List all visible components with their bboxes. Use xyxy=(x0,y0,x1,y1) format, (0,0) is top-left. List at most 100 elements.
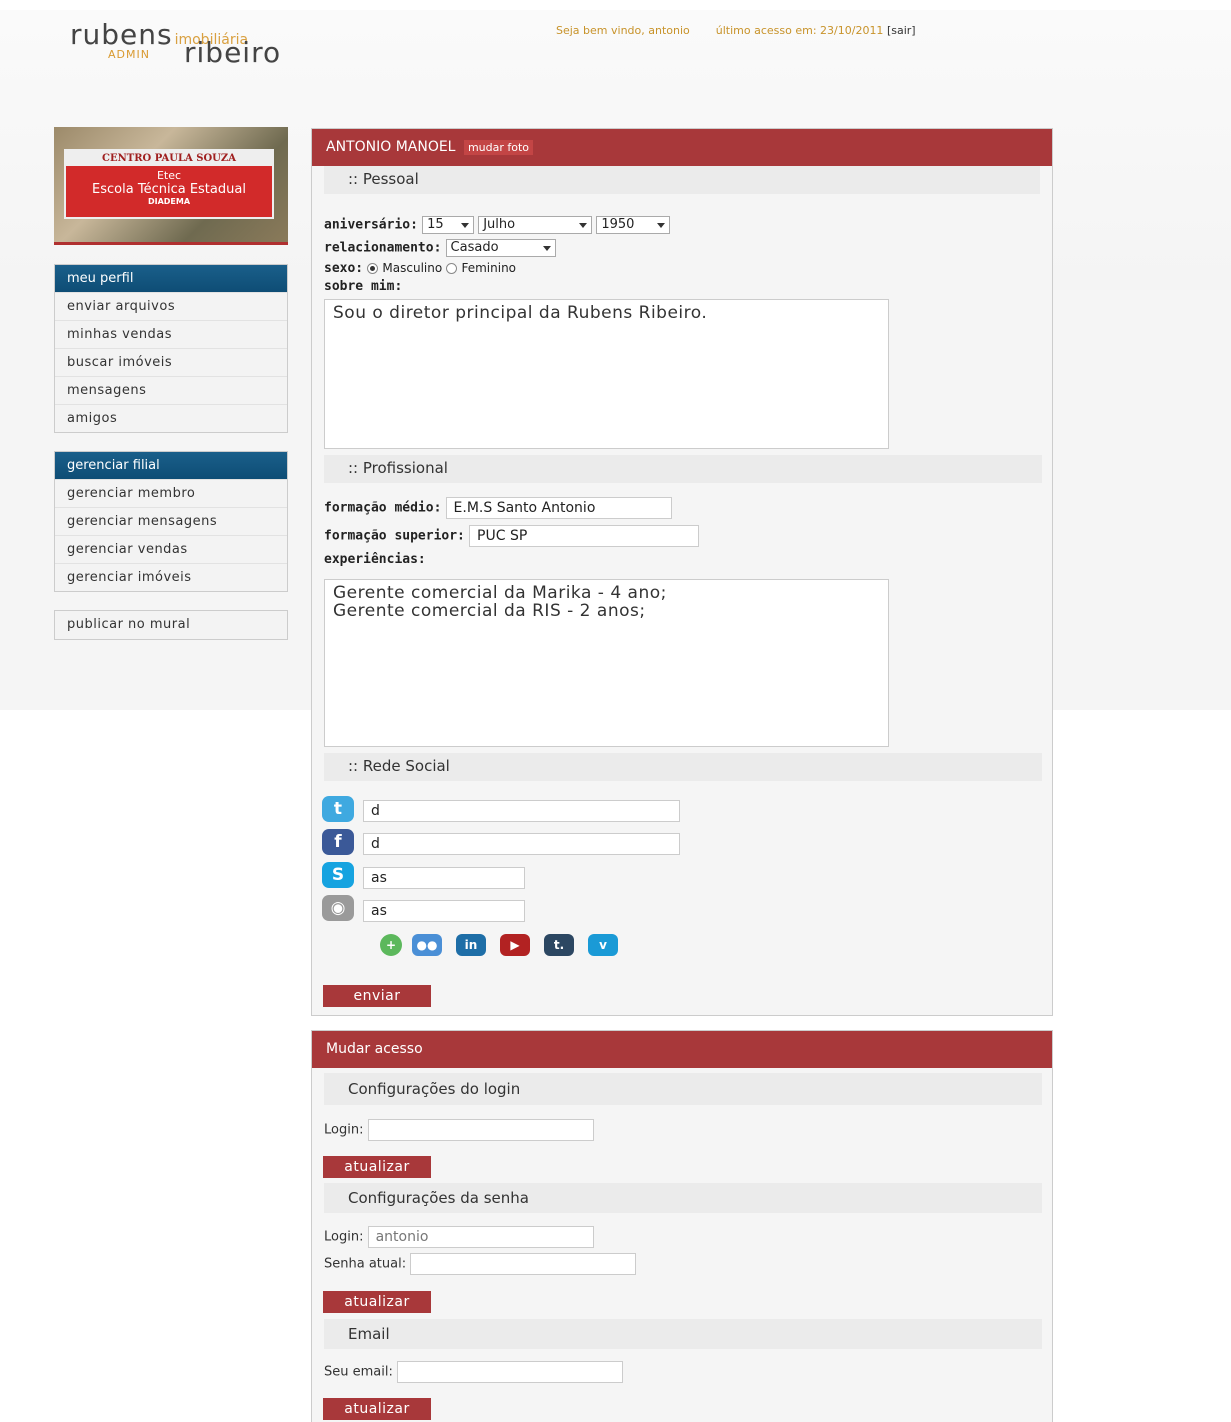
change-photo-button[interactable]: mudar foto xyxy=(463,140,534,155)
sex-female-radio[interactable] xyxy=(446,263,458,274)
birthday-label: aniversário: xyxy=(324,217,418,233)
login-label: Login: xyxy=(324,1122,364,1138)
user-bar: Seja bem vindo, antonio último acesso em:… xyxy=(556,24,916,37)
birthday-year-value: 1950 xyxy=(601,217,635,232)
sign-line: Escola Técnica Estadual xyxy=(92,182,246,197)
tumblr-icon[interactable]: t. xyxy=(544,934,574,956)
menu-item-minhas-vendas[interactable]: minhas vendas xyxy=(55,320,287,348)
wall-menu: publicar no mural xyxy=(54,610,288,640)
facebook-icon: f xyxy=(322,829,354,855)
edu-high-row: formação superior: PUC SP xyxy=(324,525,700,547)
menu-item-gerenciar-mensagens[interactable]: gerenciar mensagens xyxy=(55,507,287,535)
menu-head-meu-perfil[interactable]: meu perfil xyxy=(55,265,287,292)
pw-login-input[interactable]: antonio xyxy=(367,1226,594,1248)
update-password-button[interactable]: atualizar xyxy=(323,1291,431,1313)
menu-item-enviar-arquivos[interactable]: enviar arquivos xyxy=(55,292,287,320)
experience-label-row: experiências: xyxy=(324,552,426,567)
menu-head-gerenciar-filial[interactable]: gerenciar filial xyxy=(55,452,287,479)
profile-title-bar: ANTONIO MANOEL mudar foto xyxy=(312,129,1052,166)
last-access-text: último acesso em: 23/10/2011 xyxy=(715,24,884,37)
section-social: :: Rede Social xyxy=(324,753,1042,781)
birthday-month-value: Julho xyxy=(483,217,516,232)
menu-item-gerenciar-vendas[interactable]: gerenciar vendas xyxy=(55,535,287,563)
sex-female-label: Feminino xyxy=(461,261,517,275)
vimeo-icon[interactable]: v xyxy=(588,934,618,956)
chevron-down-icon xyxy=(579,223,588,228)
sex-male-label: Masculino xyxy=(382,261,443,275)
youtube-icon[interactable]: ▶ xyxy=(500,934,530,956)
logout-link[interactable]: [sair] xyxy=(887,24,916,37)
edu-mid-label: formação médio: xyxy=(324,500,442,516)
menu-item-buscar-imoveis[interactable]: buscar imóveis xyxy=(55,348,287,376)
access-title: Mudar acesso xyxy=(326,1041,423,1057)
welcome-text: Seja bem vindo, antonio xyxy=(556,24,690,37)
add-network-icon[interactable]: + xyxy=(380,934,402,956)
about-label: sobre mim: xyxy=(324,279,403,294)
submit-profile-button[interactable]: enviar xyxy=(323,985,431,1007)
login-row: Login: xyxy=(324,1119,594,1141)
relationship-row: relacionamento: Casado xyxy=(324,239,556,257)
about-label-row: sobre mim: xyxy=(324,279,402,294)
menu-item-gerenciar-imoveis[interactable]: gerenciar imóveis xyxy=(55,563,287,591)
twitter-icon: t xyxy=(322,796,354,822)
birthday-day-value: 15 xyxy=(427,217,444,232)
access-title-bar: Mudar acesso xyxy=(312,1031,1052,1068)
edu-mid-input[interactable]: E.M.S Santo Antonio xyxy=(445,497,672,519)
logo-ribeiro: ribeiro xyxy=(184,36,282,69)
access-panel: Mudar acesso Configurações do login Logi… xyxy=(311,1030,1053,1422)
email-row: Seu email: xyxy=(324,1361,623,1383)
profile-name: ANTONIO MANOEL xyxy=(326,139,456,155)
relationship-select[interactable]: Casado xyxy=(445,239,556,257)
sex-row: sexo: Masculino Feminino xyxy=(324,261,516,276)
menu-item-publicar-no-mural[interactable]: publicar no mural xyxy=(55,611,287,639)
chevron-down-icon xyxy=(461,223,470,228)
current-password-label: Senha atual: xyxy=(324,1256,407,1272)
site-logo[interactable]: rubens imobiliária ADMIN ribeiro xyxy=(70,18,280,69)
picasa-input[interactable]: as xyxy=(363,900,525,922)
menu-item-amigos[interactable]: amigos xyxy=(55,404,287,432)
picasa-icon: ◉ xyxy=(322,895,354,921)
twitter-input[interactable]: d xyxy=(363,800,680,822)
login-input[interactable] xyxy=(367,1119,594,1141)
menu-item-gerenciar-membro[interactable]: gerenciar membro xyxy=(55,479,287,507)
password-settings-section: Configurações da senha xyxy=(324,1183,1042,1213)
sex-male-radio[interactable] xyxy=(367,263,379,274)
flickr-icon[interactable]: ●● xyxy=(412,934,442,956)
birthday-year-select[interactable]: 1950 xyxy=(596,216,671,234)
pw-login-row: Login: antonio xyxy=(324,1226,594,1248)
current-password-input[interactable] xyxy=(410,1253,637,1275)
profile-menu: meu perfil enviar arquivos minhas vendas… xyxy=(54,264,288,433)
email-section: Email xyxy=(324,1319,1042,1349)
update-email-button[interactable]: atualizar xyxy=(323,1398,431,1420)
branch-menu: gerenciar filial gerenciar membro gerenc… xyxy=(54,451,288,592)
edu-mid-row: formação médio: E.M.S Santo Antonio xyxy=(324,497,672,519)
email-label: Seu email: xyxy=(324,1364,393,1380)
profile-panel: ANTONIO MANOEL mudar foto :: Pessoal ani… xyxy=(311,128,1053,1016)
logo-admin: ADMIN xyxy=(108,48,150,61)
relationship-label: relacionamento: xyxy=(324,240,442,256)
linkedin-icon[interactable]: in xyxy=(456,934,486,956)
skype-input[interactable]: as xyxy=(363,867,525,889)
experience-label: experiências: xyxy=(324,552,426,567)
sign-line: Etec xyxy=(156,169,182,182)
edu-high-label: formação superior: xyxy=(324,528,465,544)
birthday-day-select[interactable]: 15 xyxy=(422,216,475,234)
about-textarea[interactable]: Sou o diretor principal da Rubens Ribeir… xyxy=(324,299,889,449)
current-password-row: Senha atual: xyxy=(324,1253,637,1275)
email-input[interactable] xyxy=(397,1361,623,1383)
section-professional: :: Profissional xyxy=(324,455,1042,483)
login-settings-section: Configurações do login xyxy=(324,1073,1042,1105)
edu-high-input[interactable]: PUC SP xyxy=(469,525,700,547)
facebook-input[interactable]: d xyxy=(363,833,680,855)
chevron-down-icon xyxy=(657,223,666,228)
birthday-month-select[interactable]: Julho xyxy=(478,216,593,234)
relationship-value: Casado xyxy=(450,240,499,255)
update-login-button[interactable]: atualizar xyxy=(323,1156,431,1178)
sign-line: DIADEMA xyxy=(147,197,191,206)
sign-line: CENTRO PAULA SOUZA xyxy=(66,151,272,166)
pw-login-label: Login: xyxy=(324,1229,364,1245)
skype-icon: S xyxy=(322,862,354,888)
menu-item-mensagens[interactable]: mensagens xyxy=(55,376,287,404)
experience-textarea[interactable]: Gerente comercial da Marika - 4 ano; Ger… xyxy=(324,579,889,747)
birthday-row: aniversário: 15 Julho 1950 xyxy=(324,216,671,234)
